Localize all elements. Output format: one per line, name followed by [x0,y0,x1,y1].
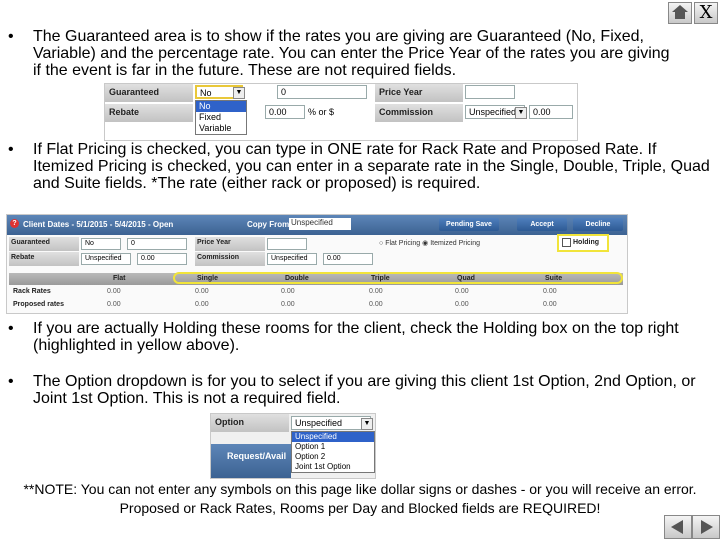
rate-cell[interactable]: 0.00 [281,301,295,308]
previous-button[interactable] [664,515,692,539]
request-avail-tab-label: Request/Avail [227,451,287,461]
commission-amount-input[interactable]: 0.00 [529,105,573,119]
accept-button[interactable]: Accept [517,218,567,231]
rate-cell[interactable]: 0.00 [455,301,469,308]
commission-amount-input[interactable]: 0.00 [323,253,373,265]
chevron-down-icon[interactable]: ▼ [233,87,245,99]
home-icon [672,5,688,19]
commission-label: Commission [195,252,265,266]
copy-from-select[interactable]: Unspecified [289,218,351,230]
bullet-marker: • [8,373,14,390]
guaranteed-screenshot: Guaranteed Rebate No ▼ No Fixed Variable… [104,83,578,141]
bullet-text-2: If Flat Pricing is checked, you can type… [33,141,710,192]
option-joint-1st[interactable]: Joint 1st Option [292,462,374,472]
rebate-label: Rebate [9,252,79,266]
info-icon: ? [10,219,19,228]
rebate-amount-input[interactable]: 0.00 [137,253,187,265]
guaranteed-label: Guaranteed [9,237,79,251]
option-no[interactable]: No [196,101,246,112]
table-row: Proposed rates 0.00 0.00 0.00 0.00 0.00 … [9,300,623,311]
guaranteed-label: Guaranteed [105,84,193,102]
pct-suffix: % or $ [308,107,335,117]
rate-cell[interactable]: 0.00 [369,301,383,308]
rate-cell[interactable]: 0.00 [455,288,469,295]
note-text: **NOTE: You can not enter any symbols on… [23,481,697,516]
option-fixed[interactable]: Fixed [196,112,246,123]
option-list[interactable]: Unspecified Option 1 Option 2 Joint 1st … [291,431,375,473]
flat-pricing-radio[interactable]: ○ [379,240,383,247]
column-header-flat: Flat [113,275,126,282]
price-year-input[interactable] [465,85,515,99]
bullet-marker: • [8,141,14,158]
rate-cell[interactable]: 0.00 [195,288,209,295]
row-label: Rack Rates [13,288,51,295]
option-1[interactable]: Option 1 [292,442,374,452]
guaranteed-pct-input[interactable]: 0 [127,238,187,250]
chevron-down-icon[interactable]: ▼ [515,107,527,119]
arrow-right-icon [701,520,713,534]
option-2[interactable]: Option 2 [292,452,374,462]
copy-from-label: Copy From [247,220,290,229]
bullet-text-4: The Option dropdown is for you to select… [33,373,696,407]
guaranteed-pct-input[interactable]: 0 [277,85,367,99]
option-select[interactable]: Unspecified [291,416,371,430]
option-screenshot: Option Unspecified ▼ Request/Avail Unspe… [210,413,376,479]
rebate-select[interactable]: Unspecified [81,253,131,265]
holding-checkbox-area[interactable]: Holding [557,234,609,252]
table-row: Rack Rates 0.00 0.00 0.00 0.00 0.00 0.00 [9,287,623,298]
pending-save-button[interactable]: Pending Save [439,218,499,231]
flat-pricing-label: Flat Pricing [385,240,421,247]
rate-cell[interactable]: 0.00 [543,301,557,308]
rate-cell[interactable]: 0.00 [107,288,121,295]
bullet-marker: • [8,320,14,337]
price-year-label: Price Year [375,84,463,102]
option-label: Option [211,414,289,432]
request-avail-tab[interactable]: Request/Avail [211,444,291,478]
client-dates-screenshot: ? Client Dates - 5/1/2015 - 5/4/2015 - O… [6,214,628,314]
bullet-marker: • [8,28,14,45]
rate-cell[interactable]: 0.00 [107,301,121,308]
bullet-text-1: The Guaranteed area is to show if the ra… [33,28,670,79]
holding-checkbox[interactable] [562,237,571,247]
rebate-amount-input[interactable]: 0.00 [265,105,305,119]
rate-cell[interactable]: 0.00 [281,288,295,295]
close-button[interactable]: X [694,2,718,24]
price-year-input[interactable] [267,238,307,250]
rate-cell[interactable]: 0.00 [543,288,557,295]
bullet-text-3: If you are actually Holding these rooms … [33,320,679,354]
option-unspecified[interactable]: Unspecified [292,432,374,442]
guaranteed-select[interactable]: No [81,238,121,250]
arrow-left-icon [671,520,683,534]
rebate-label: Rebate [105,104,193,122]
rate-cell[interactable]: 0.00 [369,288,383,295]
price-year-label: Price Year [195,237,265,251]
commission-label: Commission [375,104,463,122]
window-controls: X [668,2,718,24]
decline-button[interactable]: Decline [573,218,623,231]
next-button[interactable] [692,515,720,539]
client-dates-title: Client Dates - 5/1/2015 - 5/4/2015 - Ope… [23,220,174,229]
guaranteed-options[interactable]: No Fixed Variable [195,100,247,135]
commission-select[interactable]: Unspecified [267,253,317,265]
row-label: Proposed rates [13,301,64,308]
holding-label: Holding [573,239,600,246]
rate-cell[interactable]: 0.00 [195,301,209,308]
itemized-pricing-radio[interactable]: ◉ [422,240,428,247]
chevron-down-icon[interactable]: ▼ [361,418,373,430]
pricing-radios: ○ Flat Pricing ◉ Itemized Pricing [379,239,480,247]
itemized-pricing-label: Itemized Pricing [430,240,481,247]
option-variable[interactable]: Variable [196,123,246,134]
itemized-highlight [173,272,623,284]
home-button[interactable] [668,2,692,24]
